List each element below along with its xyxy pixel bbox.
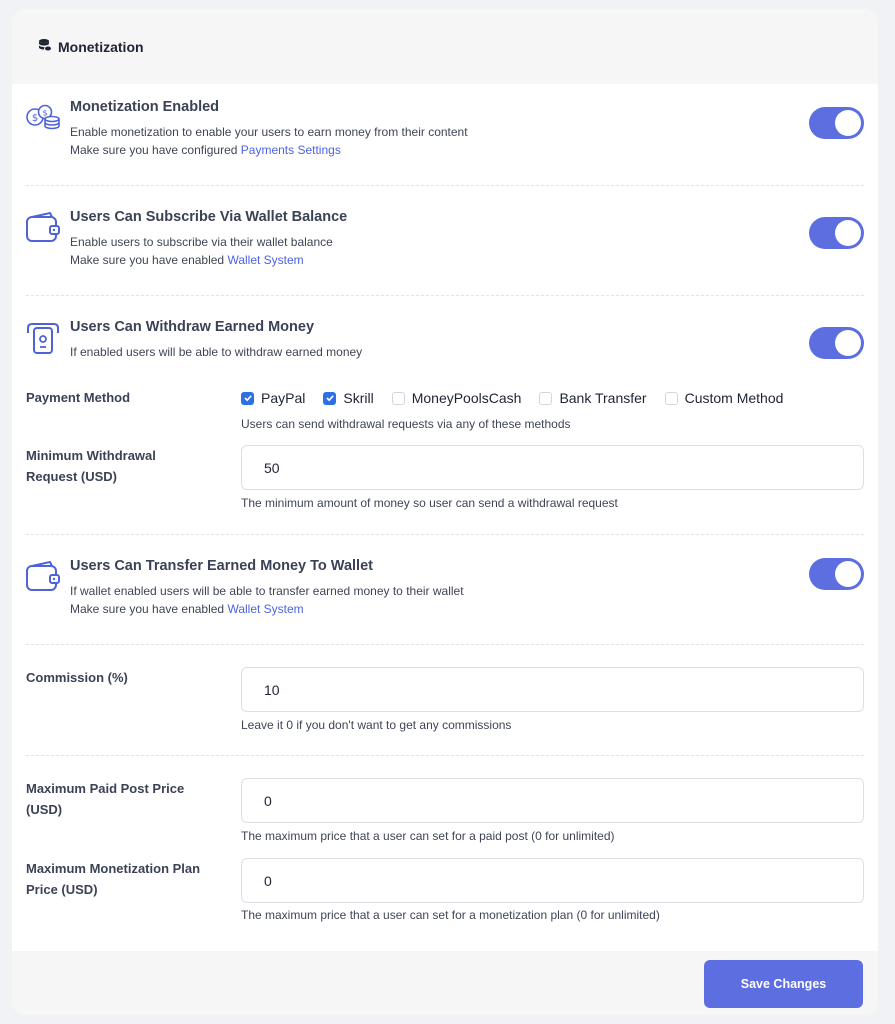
max-post-price-label: Maximum Paid Post Price (USD) xyxy=(26,781,185,817)
atm-withdraw-icon xyxy=(24,319,64,359)
wallet-system-link[interactable]: Wallet System xyxy=(227,253,303,267)
divider xyxy=(26,644,864,645)
toggle-knob xyxy=(835,330,861,356)
checkbox-checked-icon[interactable] xyxy=(323,391,337,405)
wallet-subscribe-toggle[interactable] xyxy=(809,217,864,249)
wallet-system-link[interactable]: Wallet System xyxy=(227,602,303,616)
wallet-icon xyxy=(24,209,64,249)
page-title: Monetization xyxy=(38,38,144,55)
divider xyxy=(26,534,864,535)
save-changes-button[interactable]: Save Changes xyxy=(704,960,863,1008)
min-withdrawal-input[interactable] xyxy=(241,445,864,490)
wallet-subscribe-note: Make sure you have enabled Wallet System xyxy=(70,251,304,269)
commission-label: Commission (%) xyxy=(26,670,128,685)
commission-input[interactable] xyxy=(241,667,864,712)
max-post-price-help: The maximum price that a user can set fo… xyxy=(241,829,615,843)
monetization-enabled-note: Make sure you have configured Payments S… xyxy=(70,141,341,159)
payment-method-options: PayPal Skrill MoneyPoolsCash Bank Transf… xyxy=(241,390,801,406)
wallet-subscribe-title: Users Can Subscribe Via Wallet Balance xyxy=(70,209,348,225)
divider xyxy=(26,295,864,296)
withdraw-title: Users Can Withdraw Earned Money xyxy=(70,319,315,335)
divider xyxy=(26,755,864,756)
payment-option-custom-method[interactable]: Custom Method xyxy=(664,390,784,406)
checkbox-unchecked-icon[interactable] xyxy=(664,391,678,405)
page-title-text: Monetization xyxy=(58,38,144,55)
coins-stack-icon xyxy=(38,38,52,55)
max-plan-price-label: Maximum Monetization Plan Price (USD) xyxy=(26,861,201,897)
max-plan-price-input[interactable] xyxy=(241,858,864,903)
payment-option-paypal[interactable]: PayPal xyxy=(241,390,305,406)
payment-option-label: MoneyPoolsCash xyxy=(411,390,522,406)
transfer-title: Users Can Transfer Earned Money To Walle… xyxy=(70,558,373,574)
wallet-subscribe-desc: Enable users to subscribe via their wall… xyxy=(70,235,333,249)
toggle-knob xyxy=(835,110,861,136)
payment-option-bank-transfer[interactable]: Bank Transfer xyxy=(539,390,647,406)
checkbox-checked-icon[interactable] xyxy=(241,391,254,405)
monetization-card: Monetization $ $ Monetization Enabled En… xyxy=(12,9,878,1015)
toggle-knob xyxy=(835,561,861,587)
payment-option-moneypoolscash[interactable]: MoneyPoolsCash xyxy=(391,390,522,406)
withdraw-desc: If enabled users will be able to withdra… xyxy=(70,345,363,359)
payment-option-skrill[interactable]: Skrill xyxy=(323,390,374,406)
payment-option-label: Custom Method xyxy=(684,390,784,406)
payment-method-label: Payment Method xyxy=(26,390,131,405)
withdraw-toggle[interactable] xyxy=(809,327,864,359)
toggle-knob xyxy=(835,220,861,246)
payment-method-help: Users can send withdrawal requests via a… xyxy=(241,417,571,431)
min-withdrawal-help: The minimum amount of money so user can … xyxy=(241,496,618,510)
monetization-enabled-desc: Enable monetization to enable your users… xyxy=(70,125,468,139)
transfer-toggle[interactable] xyxy=(809,558,864,590)
max-post-price-input[interactable] xyxy=(241,778,864,823)
payment-option-label: Bank Transfer xyxy=(559,390,647,406)
note-text: Make sure you have configured xyxy=(70,143,241,157)
min-withdrawal-label: Minimum Withdrawal Request (USD) xyxy=(26,448,156,484)
divider xyxy=(26,185,864,186)
coins-icon: $ $ xyxy=(24,99,64,139)
note-text: Make sure you have enabled xyxy=(70,253,228,267)
payment-option-label: PayPal xyxy=(261,390,306,406)
monetization-enabled-toggle[interactable] xyxy=(809,107,864,139)
payments-settings-link[interactable]: Payments Settings xyxy=(241,143,341,157)
transfer-note: Make sure you have enabled Wallet System xyxy=(70,600,304,618)
card-header: Monetization xyxy=(12,9,878,84)
wallet-icon xyxy=(24,558,64,598)
transfer-desc: If wallet enabled users will be able to … xyxy=(70,584,464,598)
svg-text:$: $ xyxy=(32,113,38,124)
note-text: Make sure you have enabled xyxy=(70,602,228,616)
monetization-enabled-title: Monetization Enabled xyxy=(70,99,220,115)
max-plan-price-help: The maximum price that a user can set fo… xyxy=(241,908,660,922)
checkbox-unchecked-icon[interactable] xyxy=(539,391,553,405)
commission-help: Leave it 0 if you don't want to get any … xyxy=(241,718,512,732)
payment-option-label: Skrill xyxy=(343,390,374,406)
checkbox-unchecked-icon[interactable] xyxy=(391,391,405,405)
svg-text:$: $ xyxy=(42,109,47,118)
